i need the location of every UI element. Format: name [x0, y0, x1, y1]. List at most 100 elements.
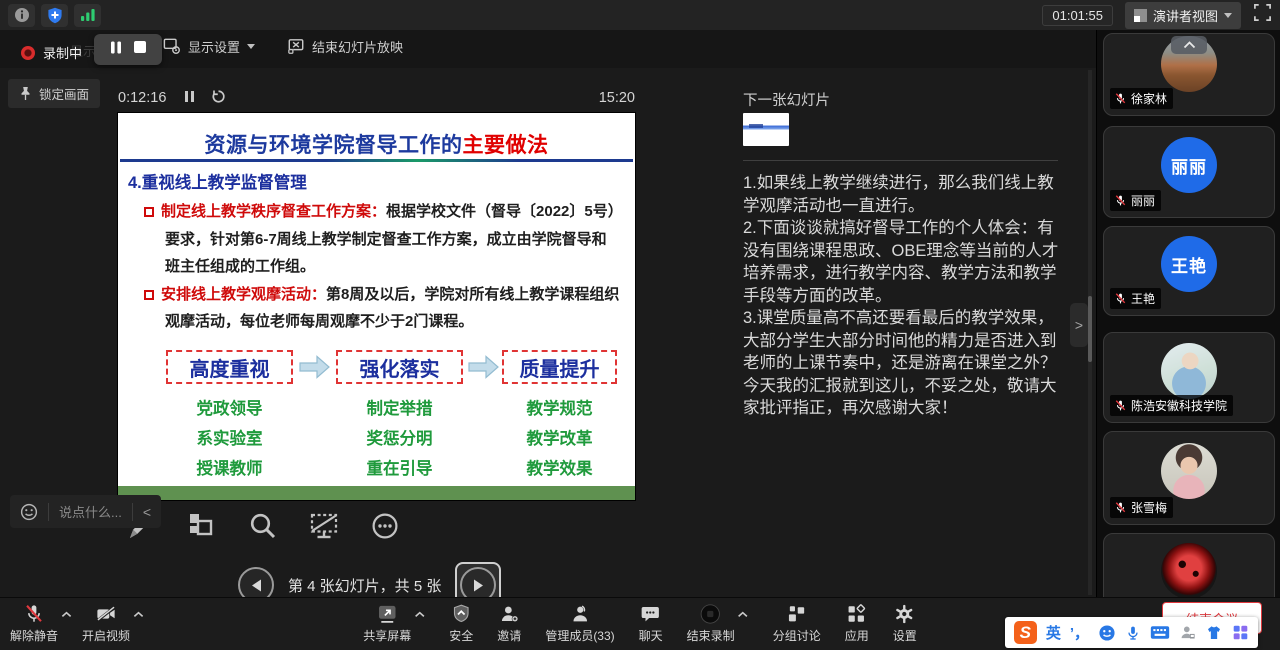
recording-controls [94, 34, 162, 65]
hide-slideshow-icon [307, 510, 341, 542]
network-signal-icon[interactable] [74, 4, 101, 27]
scroll-up-button[interactable] [1171, 36, 1207, 54]
breakout-rooms-label: 分组讨论 [773, 627, 821, 644]
camera-off-icon [95, 603, 117, 625]
next-slide-thumbnail[interactable] [743, 113, 789, 146]
info-icon[interactable] [8, 4, 35, 27]
end-slideshow-label: 结束幻灯片放映 [312, 37, 403, 56]
manage-members-label: 管理成员(33) [545, 627, 614, 644]
start-video-chevron-button[interactable] [133, 611, 144, 618]
bottom-toolbar: 解除静音开启视频 共享屏幕安全邀请管理成员(33)聊天结束录制分组讨论应用设置 … [0, 597, 1280, 650]
chat-button[interactable]: 聊天 [639, 598, 663, 644]
speaker-notes: 1.如果线上教学继续进行，那么我们线上教学观摩活动也一直进行。2.下面谈谈就搞好… [743, 172, 1061, 420]
black-screen-button[interactable] [305, 506, 343, 546]
presenter-view-icon [1134, 9, 1147, 22]
bullet-lead: 安排线上教学观摩活动： [161, 286, 326, 303]
participant-tile[interactable]: 张雪梅 [1103, 431, 1275, 525]
stop-recording-square-button[interactable] [133, 40, 147, 59]
slide-bullet-list: 制定线上教学秩序督查工作方案：根据学校文件（督导〔2022〕5号）要求，针对第6… [144, 198, 620, 336]
collapse-sidebar-handle[interactable]: > [1070, 303, 1088, 347]
stop-record-icon [700, 603, 722, 625]
current-slide[interactable]: 资源与环境学院督导工作的主要做法 4.重视线上教学监督管理 制定线上教学秩序督查… [118, 113, 635, 500]
ime-mode-toggle[interactable]: 英 [1046, 622, 1061, 643]
apps-label: 应用 [845, 627, 869, 644]
participant-name-tag: 王艳 [1110, 288, 1161, 309]
settings-button[interactable]: 设置 [893, 598, 917, 644]
participant-tile[interactable]: 陈浩安徽科技学院 [1103, 332, 1275, 423]
restart-timer-button[interactable] [211, 89, 226, 108]
breakout-rooms-button[interactable]: 分组讨论 [773, 598, 821, 644]
shield-protect-icon[interactable] [41, 4, 68, 27]
bullet-lead: 制定线上教学秩序督查工作方案： [161, 203, 386, 220]
arrow-right-icon [299, 355, 330, 384]
apps-button[interactable]: 应用 [845, 598, 869, 644]
scrollbar-thumb[interactable] [1088, 296, 1092, 362]
invite-button[interactable]: 邀请 [497, 598, 521, 644]
end-slideshow-button[interactable]: 结束幻灯片放映 [287, 37, 403, 56]
arrow-right-icon [468, 355, 499, 384]
flow-column: 制定举措奖惩分明重在引导 [338, 394, 462, 484]
ime-skin-icon[interactable] [1205, 624, 1223, 641]
participant-tile[interactable]: 徐家林 [1103, 33, 1275, 116]
sogou-logo-icon[interactable]: S [1014, 621, 1037, 644]
unmute-chevron-button[interactable] [61, 611, 72, 618]
flow-column-item: 授课教师 [168, 454, 292, 484]
slide-browser-button[interactable] [183, 506, 221, 546]
mic-muted-icon [1114, 194, 1127, 207]
ime-keyboard-icon[interactable] [1150, 625, 1170, 640]
stop-recording-button[interactable]: 结束录制 [687, 598, 735, 644]
ime-person-icon[interactable] [1179, 624, 1196, 641]
chevron-up-icon [1183, 41, 1196, 49]
lock-view-button[interactable]: 锁定画面 [8, 79, 100, 108]
flow-box: 高度重视 [166, 350, 293, 384]
participant-name: 徐家林 [1131, 90, 1167, 107]
current-time: 15:20 [599, 90, 635, 106]
flow-column: 党政领导系实验室授课教师 [168, 394, 292, 484]
ime-punctuation-toggle[interactable]: ’， [1070, 622, 1089, 643]
ime-voice-icon[interactable] [1125, 624, 1141, 642]
slide-footer-bar [118, 486, 635, 500]
pause-recording-button[interactable] [109, 40, 123, 60]
square-bullet-icon [144, 290, 154, 300]
flow-column-item: 重在引导 [338, 454, 462, 484]
security-button[interactable]: 安全 [449, 598, 473, 644]
pause-timer-button[interactable] [184, 90, 195, 107]
participant-name-tag: 张雪梅 [1110, 497, 1173, 518]
slide-title-red: 主要做法 [463, 134, 549, 157]
collapse-left-icon[interactable]: < [143, 504, 151, 520]
share-screen-chevron-button[interactable] [414, 611, 425, 618]
ime-emoji-icon[interactable] [1098, 624, 1116, 642]
triangle-left-icon [250, 578, 263, 593]
participant-tile[interactable]: 王艳王艳 [1103, 226, 1275, 316]
next-slide-header: 下一张幻灯片 [743, 89, 830, 110]
stop-recording-label: 结束录制 [687, 627, 735, 644]
mic-muted-icon [1114, 92, 1127, 105]
ime-toolbox-icon[interactable] [1232, 624, 1249, 641]
ime-bar[interactable]: S英 ’， [1005, 617, 1258, 648]
note-paragraph: 1.如果线上教学继续进行，那么我们线上教学观摩活动也一直进行。 [743, 172, 1061, 217]
stop-recording-chevron-button[interactable] [738, 611, 749, 618]
more-tools-button[interactable] [366, 506, 404, 546]
zoom-tool-button[interactable] [244, 506, 282, 546]
participant-tile[interactable]: 丽丽丽丽 [1103, 126, 1275, 218]
unmute-button[interactable]: 解除静音 [10, 598, 58, 644]
mic-muted-icon [1114, 399, 1127, 412]
note-paragraph: 2.下面谈谈就搞好督导工作的个人体会：有没有围绕课程思政、OBE理念等当前的人才… [743, 217, 1061, 307]
share-screen-button[interactable]: 共享屏幕 [363, 598, 411, 644]
chevron-up-icon [133, 611, 144, 618]
flow-column-item: 系实验室 [168, 424, 292, 454]
manage-members-button[interactable]: 管理成员(33) [545, 598, 614, 644]
start-video-button[interactable]: 开启视频 [82, 598, 130, 644]
quick-chat-input[interactable]: 说点什么... < [10, 495, 161, 528]
view-mode-button[interactable]: 演讲者视图 [1125, 2, 1241, 29]
more-icon [369, 510, 401, 542]
flow-column-item: 奖惩分明 [338, 424, 462, 454]
lock-view-label: 锁定画面 [39, 84, 89, 103]
fullscreen-button[interactable] [1253, 3, 1272, 27]
notes-scrollbar[interactable] [1088, 70, 1092, 595]
participant-name: 王艳 [1131, 290, 1155, 307]
emoji-icon [20, 503, 38, 521]
display-settings-button[interactable]: 显示设置 [163, 37, 255, 56]
flow-column-item: 教学效果 [498, 454, 622, 484]
share-screen-label: 共享屏幕 [363, 627, 411, 644]
